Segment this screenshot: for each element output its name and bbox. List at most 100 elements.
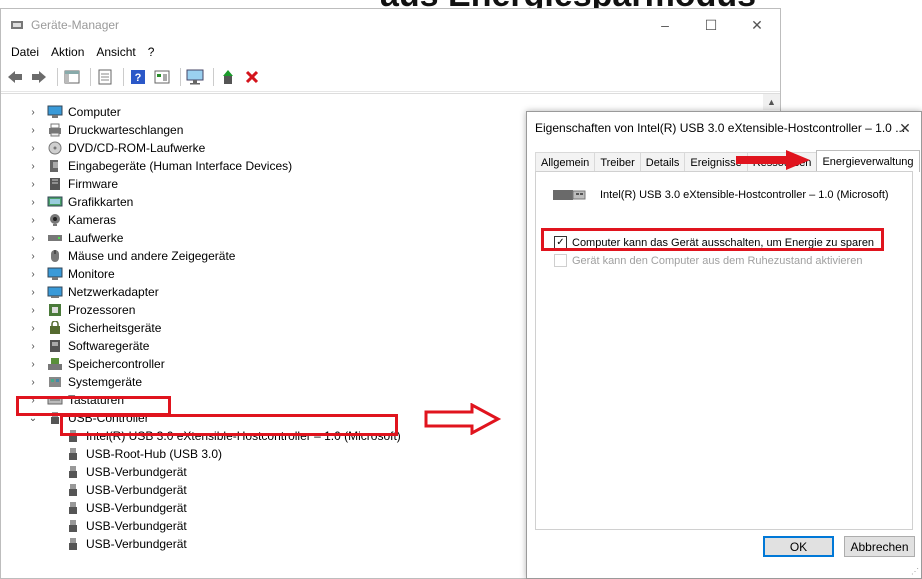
usb-icon (65, 537, 81, 551)
security-device-icon (47, 321, 63, 335)
tree-node[interactable]: › Firmware (27, 175, 118, 193)
highlight-power-checkbox (541, 228, 884, 251)
tree-node-label: USB-Verbundgerät (86, 519, 187, 533)
help-icon[interactable]: ? (128, 67, 148, 87)
system-device-icon (47, 375, 63, 389)
checkbox-allow-wake: Gerät kann den Computer aus dem Ruhezust… (554, 254, 862, 267)
properties-dialog: Eigenschaften von Intel(R) USB 3.0 eXten… (526, 111, 922, 579)
display-adapter-icon (47, 195, 63, 209)
checkbox-label: Gerät kann den Computer aus dem Ruhezust… (572, 254, 863, 267)
tree-node-label: USB-Verbundgerät (86, 501, 187, 515)
tree-child-usb-device[interactable]: USB-Verbundgerät (65, 535, 187, 553)
ok-button[interactable]: OK (763, 536, 834, 557)
tree-node[interactable]: › Kameras (27, 211, 116, 229)
action-view-icon[interactable] (152, 67, 172, 87)
tree-node[interactable]: › Monitore (27, 265, 114, 283)
tree-node[interactable]: › Softwaregeräte (27, 337, 149, 355)
maximize-button[interactable]: ☐ (688, 9, 734, 41)
menu-aktion[interactable]: Aktion (45, 45, 90, 59)
cpu-icon (47, 303, 63, 317)
tree-child-usb-device[interactable]: USB-Verbundgerät (65, 463, 187, 481)
tree-node[interactable]: › Systemgeräte (27, 373, 142, 391)
tree-node-label: DVD/CD-ROM-Laufwerke (68, 141, 206, 155)
update-driver-icon[interactable] (218, 67, 238, 87)
firmware-icon (47, 177, 63, 191)
tree-node-label: USB-Verbundgerät (86, 537, 187, 551)
tree-node[interactable]: › Computer (27, 103, 121, 121)
tree-child-usb-device[interactable]: USB-Verbundgerät (65, 481, 187, 499)
tree-node[interactable]: › Mäuse und andere Zeigegeräte (27, 247, 235, 265)
tree-node-label: Computer (68, 105, 121, 119)
camera-icon (47, 213, 63, 227)
menu-ansicht[interactable]: Ansicht (90, 45, 141, 59)
chevron-right-icon[interactable]: › (27, 197, 39, 208)
tab-strip: Allgemein Treiber Details Ereignisse Res… (535, 150, 920, 172)
tree-child-usb-device[interactable]: USB-Verbundgerät (65, 517, 187, 535)
menu-bar: Datei Aktion Ansicht ? (1, 41, 780, 63)
tree-child-usb-device[interactable]: USB-Root-Hub (USB 3.0) (65, 445, 222, 463)
uninstall-icon[interactable] (242, 67, 262, 87)
chevron-right-icon[interactable]: › (27, 269, 39, 280)
chevron-right-icon[interactable]: › (27, 215, 39, 226)
chevron-right-icon[interactable]: › (27, 305, 39, 316)
chevron-right-icon[interactable]: › (27, 323, 39, 334)
tree-node-label: Softwaregeräte (68, 339, 150, 353)
tree-node-label: USB-Root-Hub (USB 3.0) (86, 447, 223, 461)
usb-icon (65, 465, 81, 479)
tab-energieverwaltung[interactable]: Energieverwaltung (816, 150, 920, 172)
device-name: Intel(R) USB 3.0 eXtensible-Hostcontroll… (600, 189, 889, 201)
menu-datei[interactable]: Datei (5, 45, 45, 59)
dialog-close-button[interactable]: ✕ (895, 118, 915, 138)
chevron-right-icon[interactable]: › (27, 233, 39, 244)
monitor-icon (47, 267, 63, 281)
tab-details[interactable]: Details (639, 152, 686, 172)
chevron-right-icon[interactable]: › (27, 125, 39, 136)
chevron-right-icon[interactable]: › (27, 179, 39, 190)
usb-plug-icon (553, 190, 586, 200)
tree-node[interactable]: › Grafikkarten (27, 193, 133, 211)
tree-node[interactable]: › Speichercontroller (27, 355, 164, 373)
tree-node[interactable]: › Sicherheitsgeräte (27, 319, 161, 337)
tree-node[interactable]: › Eingabegeräte (Human Interface Devices) (27, 157, 292, 175)
usb-icon (65, 483, 81, 497)
back-icon[interactable] (5, 67, 25, 87)
show-hide-tree-icon[interactable] (62, 67, 82, 87)
properties-icon[interactable] (95, 67, 115, 87)
tree-node[interactable]: › Laufwerke (27, 229, 123, 247)
device-header: Intel(R) USB 3.0 eXtensible-Hostcontroll… (552, 187, 889, 203)
storage-controller-icon (47, 357, 63, 371)
forward-icon[interactable] (29, 67, 49, 87)
chevron-right-icon[interactable]: › (27, 359, 39, 370)
chevron-right-icon[interactable]: › (27, 251, 39, 262)
drive-icon (47, 231, 63, 245)
chevron-right-icon[interactable]: › (27, 341, 39, 352)
window-title: Geräte-Manager (31, 18, 120, 32)
tree-child-usb-device[interactable]: USB-Verbundgerät (65, 499, 187, 517)
tree-node[interactable]: › Prozessoren (27, 301, 135, 319)
close-button[interactable]: ✕ (734, 9, 780, 41)
resize-grip-icon[interactable]: ⋰ (911, 567, 919, 576)
monitor-icon[interactable] (185, 67, 205, 87)
tree-node-label: Mäuse und andere Zeigegeräte (68, 249, 236, 263)
chevron-right-icon[interactable]: › (27, 143, 39, 154)
toolbar: ? (1, 63, 780, 92)
menu-help[interactable]: ? (142, 45, 161, 59)
tree-node[interactable]: › Netzwerkadapter (27, 283, 158, 301)
software-device-icon (47, 339, 63, 353)
chevron-right-icon[interactable]: › (27, 287, 39, 298)
tab-allgemein[interactable]: Allgemein (535, 152, 596, 172)
tab-treiber[interactable]: Treiber (594, 152, 641, 172)
cancel-button[interactable]: Abbrechen (844, 536, 915, 557)
mouse-icon (47, 249, 63, 263)
chevron-right-icon[interactable]: › (27, 377, 39, 388)
tree-node[interactable]: › DVD/CD-ROM-Laufwerke (27, 139, 205, 157)
minimize-button[interactable]: – (642, 9, 688, 41)
chevron-right-icon[interactable]: › (27, 161, 39, 172)
tree-node-label: Laufwerke (68, 231, 124, 245)
chevron-right-icon[interactable]: › (27, 107, 39, 118)
scroll-up-arrow-icon[interactable]: ▲ (763, 94, 780, 110)
tree-node-label: Systemgeräte (68, 375, 143, 389)
highlight-intel-hostcontroller (60, 414, 398, 436)
tree-node[interactable]: › Druckwarteschlangen (27, 121, 183, 139)
tree-node-label: Firmware (68, 177, 118, 191)
